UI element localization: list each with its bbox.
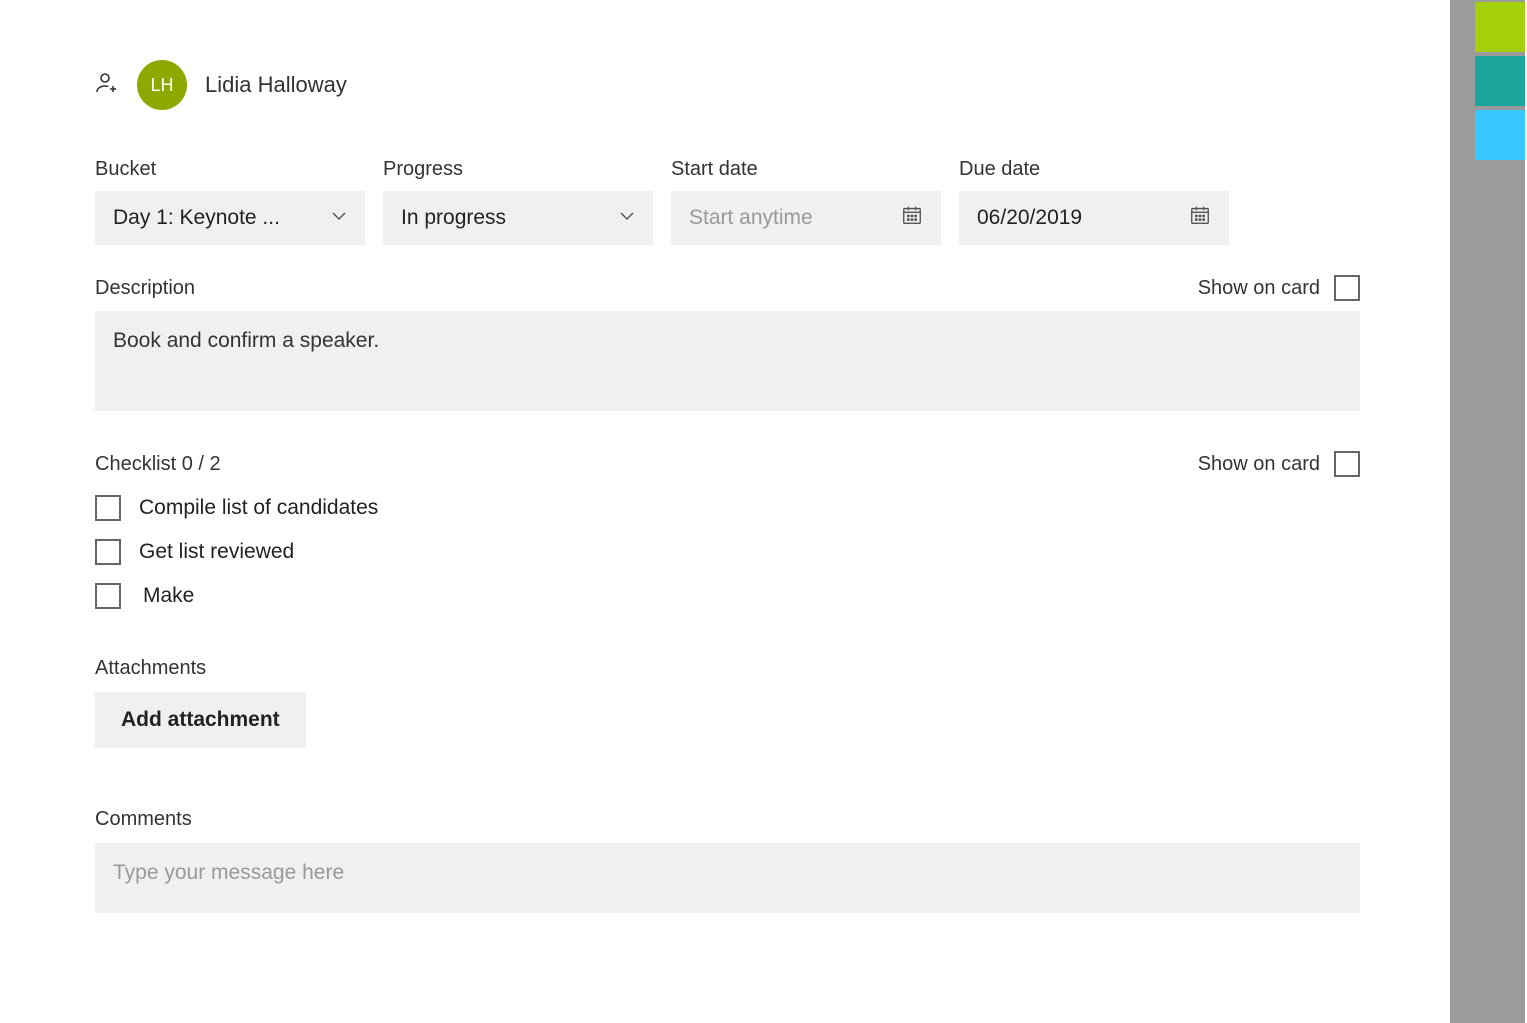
checkbox-icon[interactable] (95, 539, 121, 565)
due-date-label: Due date (959, 158, 1229, 181)
add-attachment-label: Add attachment (121, 708, 280, 731)
add-attachment-button[interactable]: Add attachment (95, 692, 306, 748)
task-detail-panel: LH Lidia Halloway Bucket Day 1: Keynote … (0, 0, 1450, 1023)
progress-value: In progress (401, 206, 506, 230)
comments-textarea[interactable]: Type your message here (95, 843, 1360, 913)
due-date-field: Due date 06/20/2019 (959, 158, 1229, 245)
checklist-item[interactable]: Make (95, 583, 1360, 609)
checkbox-icon[interactable] (1334, 275, 1360, 301)
show-on-card-label: Show on card (1198, 277, 1320, 300)
checklist-item[interactable]: Get list reviewed (95, 539, 1360, 565)
checklist-label: Checklist 0 / 2 (95, 453, 221, 476)
progress-field: Progress In progress (383, 158, 653, 245)
due-date-value: 06/20/2019 (977, 206, 1082, 230)
color-tag-sky[interactable] (1475, 110, 1525, 160)
due-date-input[interactable]: 06/20/2019 (959, 191, 1229, 245)
progress-select[interactable]: In progress (383, 191, 653, 245)
checkbox-icon[interactable] (95, 495, 121, 521)
show-on-card-label: Show on card (1198, 453, 1320, 476)
checklist-items: Compile list of candidates Get list revi… (95, 495, 1360, 609)
bucket-select[interactable]: Day 1: Keynote ... (95, 191, 365, 245)
description-header: Description Show on card (95, 275, 1360, 301)
checklist-item[interactable]: Compile list of candidates (95, 495, 1360, 521)
color-tag-lime[interactable] (1475, 2, 1525, 52)
start-date-field: Start date Start anytime (671, 158, 941, 245)
checklist-item-label: Get list reviewed (139, 540, 294, 564)
bucket-label: Bucket (95, 158, 365, 181)
field-row: Bucket Day 1: Keynote ... Progress In pr… (95, 158, 1360, 245)
avatar[interactable]: LH (137, 60, 187, 110)
checklist-item-label: Compile list of candidates (139, 496, 378, 520)
assignee-row: LH Lidia Halloway (95, 60, 1360, 110)
checkbox-icon[interactable] (95, 583, 121, 609)
checklist-header: Checklist 0 / 2 Show on card (95, 451, 1360, 477)
color-tag-teal[interactable] (1475, 56, 1525, 106)
avatar-initials: LH (150, 75, 173, 96)
bucket-value: Day 1: Keynote ... (113, 206, 280, 230)
progress-label: Progress (383, 158, 653, 181)
add-person-icon[interactable] (95, 71, 119, 100)
chevron-down-icon (331, 206, 347, 230)
chevron-down-icon (619, 206, 635, 230)
comments-label: Comments (95, 808, 1360, 831)
start-date-label: Start date (671, 158, 941, 181)
description-textarea[interactable]: Book and confirm a speaker. (95, 311, 1360, 411)
assignee-name: Lidia Halloway (205, 72, 347, 98)
checklist-item-label: Make (139, 584, 194, 608)
attachments-label: Attachments (95, 657, 1360, 680)
checkbox-icon[interactable] (1334, 451, 1360, 477)
checklist-show-on-card[interactable]: Show on card (1198, 451, 1360, 477)
description-value: Book and confirm a speaker. (113, 329, 379, 352)
start-date-input[interactable]: Start anytime (671, 191, 941, 245)
calendar-icon (1189, 204, 1211, 232)
right-sidebar (1450, 0, 1525, 1023)
description-label: Description (95, 277, 195, 300)
bucket-field: Bucket Day 1: Keynote ... (95, 158, 365, 245)
start-date-placeholder: Start anytime (689, 206, 813, 230)
calendar-icon (901, 204, 923, 232)
comments-placeholder: Type your message here (113, 861, 344, 884)
description-show-on-card[interactable]: Show on card (1198, 275, 1360, 301)
